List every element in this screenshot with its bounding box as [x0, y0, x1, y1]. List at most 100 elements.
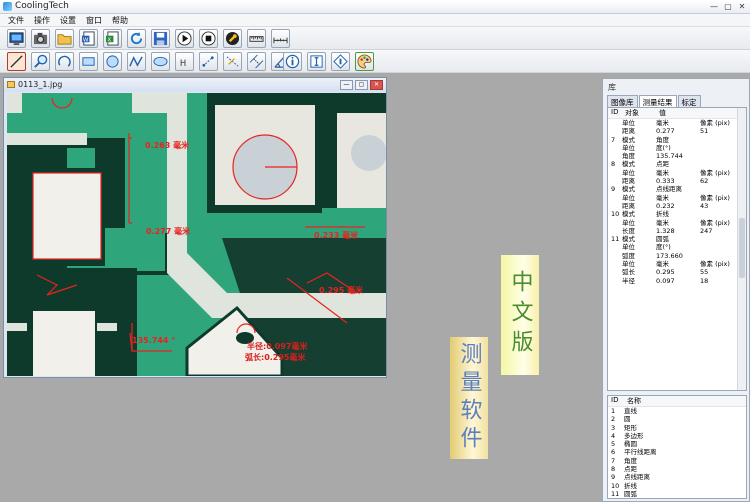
type-id: 10: [611, 481, 620, 490]
result-row[interactable]: 10 模式 折线: [608, 210, 746, 218]
line-tool[interactable]: [7, 52, 26, 71]
circle-icon: [106, 55, 119, 68]
screen-capture-button[interactable]: [7, 29, 26, 48]
result-pixels: 43: [700, 201, 709, 210]
result-row[interactable]: 弧长 0.295 55: [608, 268, 746, 276]
arc-tool[interactable]: [55, 52, 74, 71]
color-tool[interactable]: [355, 52, 374, 71]
type-row[interactable]: 6 平行线距离: [608, 448, 746, 456]
result-field: 半径: [622, 276, 635, 285]
result-value: 1.328: [656, 226, 675, 235]
image-close-button[interactable]: ✕: [370, 80, 383, 90]
minimize-button[interactable]: —: [708, 1, 720, 12]
menu-window[interactable]: 窗口: [84, 14, 110, 26]
dotted-line-tool[interactable]: [223, 52, 242, 71]
result-row[interactable]: 单位 毫米 像素 (pix): [608, 260, 746, 268]
magnifier-icon: [34, 54, 48, 68]
rectangle-tool[interactable]: [79, 52, 98, 71]
result-id: 7: [611, 135, 616, 144]
image-window-titlebar[interactable]: 0113_1.jpg — ▢ ✕: [4, 78, 386, 92]
line-icon: [10, 55, 23, 68]
monitor-icon: [9, 32, 24, 46]
result-row[interactable]: 7 模式 角度: [608, 136, 746, 144]
type-row[interactable]: 3 矩形: [608, 424, 746, 432]
type-name: 多边形: [624, 431, 644, 440]
result-row[interactable]: 9 模式 点线距离: [608, 185, 746, 193]
height-tool[interactable]: H: [175, 52, 194, 71]
type-row[interactable]: 1 直线: [608, 407, 746, 415]
image-window[interactable]: 0113_1.jpg — ▢ ✕ 0.263 毫米 0.277 毫米 0.233…: [3, 77, 387, 378]
image-window-controls: — ▢ ✕: [340, 80, 383, 90]
type-row[interactable]: 10 折线: [608, 482, 746, 490]
results-table[interactable]: ID 对象 值 单位 毫米 像素 (pix) 距离 0.277 51 7 模式 角度 单位 度(°)…: [607, 107, 747, 391]
result-row[interactable]: 单位 毫米 像素 (pix): [608, 194, 746, 202]
play-button[interactable]: [175, 29, 194, 48]
shape-types-list[interactable]: ID 名称 1 直线 2 圆 3 矩形 4 多边形 5 椭圆 6 平行线距离 7 角度 8 点距 9 点线距离 10…: [607, 395, 747, 499]
type-row[interactable]: 7 角度: [608, 457, 746, 465]
result-value: 0.295: [656, 268, 675, 277]
info-tool[interactable]: [283, 52, 302, 71]
result-row[interactable]: 单位 毫米 像素 (pix): [608, 119, 746, 127]
result-field: 弧度: [622, 251, 635, 260]
result-row[interactable]: 距离 0.232 43: [608, 202, 746, 210]
result-row[interactable]: 角度 135.744: [608, 152, 746, 160]
polyline-tool[interactable]: [127, 52, 146, 71]
type-row[interactable]: 9 点线距离: [608, 473, 746, 481]
type-row[interactable]: 4 多边形: [608, 432, 746, 440]
menu-help[interactable]: 帮助: [110, 14, 136, 26]
result-row[interactable]: 弧度 173.660: [608, 252, 746, 260]
menu-operation[interactable]: 操作: [32, 14, 58, 26]
result-row[interactable]: 单位 度(°): [608, 144, 746, 152]
scale-button[interactable]: [271, 29, 290, 48]
settings-button[interactable]: [223, 29, 242, 48]
calibrate-button[interactable]: [247, 29, 266, 48]
result-row[interactable]: 单位 毫米 像素 (pix): [608, 219, 746, 227]
result-row[interactable]: 单位 毫米 像素 (pix): [608, 169, 746, 177]
result-field: 长度: [622, 226, 635, 235]
result-id: 11: [611, 235, 620, 244]
type-name: 平行线距离: [624, 448, 657, 457]
refresh-button[interactable]: [127, 29, 146, 48]
dotted-line-icon: [226, 56, 239, 67]
type-id: 1: [611, 407, 616, 415]
result-row[interactable]: 距离 0.277 51: [608, 127, 746, 135]
word-export-button[interactable]: W: [79, 29, 98, 48]
text-tool[interactable]: [307, 52, 326, 71]
stop-button[interactable]: [199, 29, 218, 48]
type-row[interactable]: 2圆: [608, 415, 746, 423]
zoom-tool[interactable]: [31, 52, 50, 71]
type-name: 圆弧: [624, 489, 637, 498]
circle-tool[interactable]: [103, 52, 122, 71]
results-scroll-thumb[interactable]: [739, 218, 745, 278]
results-scrollbar[interactable]: [737, 108, 746, 390]
result-row[interactable]: 距离 0.333 62: [608, 177, 746, 185]
maximize-button[interactable]: ▢: [722, 1, 734, 12]
result-pixels: [700, 210, 740, 218]
result-row[interactable]: 8 模式 点距: [608, 160, 746, 168]
result-row[interactable]: 单位 度(°): [608, 243, 746, 251]
result-row[interactable]: 长度 1.328 247: [608, 227, 746, 235]
image-maximize-button[interactable]: ▢: [355, 80, 368, 90]
image-minimize-button[interactable]: —: [340, 80, 353, 90]
image-canvas[interactable]: 0.263 毫米 0.277 毫米 0.233 毫米 0.295 毫米 135.…: [7, 93, 386, 376]
excel-export-button[interactable]: X: [103, 29, 122, 48]
chinese-version-label: 中文版: [501, 255, 539, 375]
parallel-icon: [249, 54, 264, 69]
save-button[interactable]: [151, 29, 170, 48]
marker-tool[interactable]: [331, 52, 350, 71]
menu-file[interactable]: 文件: [6, 14, 32, 26]
result-id: [608, 194, 622, 202]
result-row[interactable]: 半径 0.097 18: [608, 277, 746, 285]
type-row[interactable]: 11 圆弧: [608, 490, 746, 498]
parallel-distance-tool[interactable]: [247, 52, 266, 71]
svg-text:W: W: [83, 37, 89, 43]
result-field: 单位: [622, 168, 635, 177]
camera-button[interactable]: [31, 29, 50, 48]
close-button[interactable]: ✕: [736, 1, 748, 12]
menu-settings[interactable]: 设置: [58, 14, 84, 26]
result-row[interactable]: 11 模式 圆弧: [608, 235, 746, 243]
type-id: 3: [611, 423, 616, 432]
ellipse-tool[interactable]: [151, 52, 170, 71]
open-file-button[interactable]: [55, 29, 74, 48]
point-distance-tool[interactable]: [199, 52, 218, 71]
